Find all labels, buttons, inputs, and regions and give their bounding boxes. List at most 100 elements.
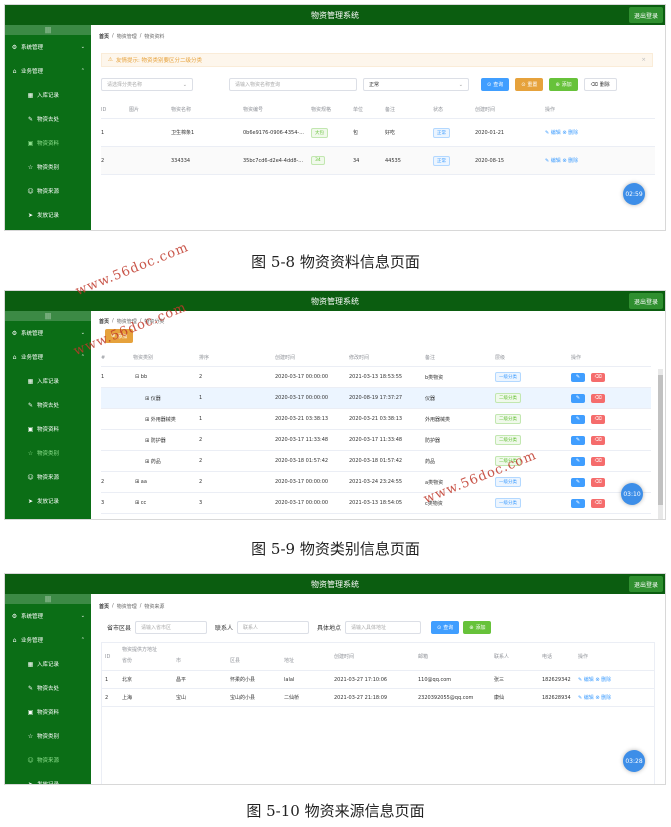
sidebar-item-inbound[interactable]: ▦ 入库记录 (5, 369, 91, 393)
sidebar-item-materials[interactable]: ▣ 物资资料 (5, 417, 91, 441)
filter-row: 请选择分类名称 ⌄ 请输入物资名称查询 正常 ⌄ ⊙ 查询 ⊙ 重置 ⊕ 添加 ⌫ 删除 (101, 78, 655, 91)
table-row: 2 334334 35bc7cd6-d2e4-4dd8-... 34 34 44… (101, 147, 655, 175)
logout-button[interactable]: 退出登录 (628, 293, 663, 309)
sidebar-item-materials[interactable]: ▣ 物资资料 (5, 700, 91, 724)
delete-button[interactable]: ⌫ (591, 477, 605, 487)
edit-button[interactable]: ✎ (571, 372, 585, 382)
reset-button[interactable]: ⊙ 重置 (515, 78, 544, 91)
level-badge: 二级分类 (495, 435, 521, 445)
delete-button[interactable]: ⌫ (591, 393, 605, 403)
caption-fig-5-9: 图 5-9 物资类别信息页面 (251, 540, 420, 558)
chevron-down-icon: ⌄ (458, 81, 463, 88)
contact-input[interactable]: 联系人 (237, 621, 310, 634)
search-icon: ⊙ (487, 81, 492, 88)
delete-button[interactable]: ⌫ (591, 414, 605, 424)
user-icon: ☺ (27, 473, 34, 481)
menu-business[interactable]: ⌂ 业务管理 ⌃ (5, 628, 91, 652)
sidebar-item-distribution[interactable]: ➤ 发放记录 (5, 489, 91, 513)
edit-link[interactable]: ✎ 编辑 (545, 158, 561, 164)
edit-icon: ✎ (27, 115, 34, 123)
sidebar-item-source[interactable]: ☺ 物资来源 (5, 465, 91, 489)
edit-link[interactable]: ✎ 编辑 (545, 130, 561, 136)
edit-button[interactable]: ✎ (571, 414, 585, 424)
materials-table: ID 图片 物资名称 物资编号 物资规格 单位 备注 状态 创建时间 操作 1 … (101, 101, 655, 175)
filter-row: 省市区县 请输入省市区 联系人 联系人 具体地点 请输入具体地址 ⊙ 查询 ⊕ 添加 (107, 621, 655, 634)
collapse-toggle[interactable]: ||| (5, 311, 91, 321)
edit-link[interactable]: ✎ 编辑 (578, 677, 594, 683)
delete-link[interactable]: ⊗ 删除 (595, 695, 611, 701)
menu-system[interactable]: ⚙ 系统管理 ⌄ (5, 35, 91, 59)
timer-badge[interactable]: 03:10 (621, 483, 643, 505)
main-content: 首页 / 物资管理 / 物资来源 省市区县 请输入省市区 联系人 联系人 具体地点 请输… (91, 594, 665, 784)
sidebar-item-source[interactable]: ☺ 物资来源 (5, 748, 91, 772)
add-button[interactable]: ⊕ 添加 (549, 78, 578, 91)
timer-badge[interactable]: 03:28 (623, 750, 645, 772)
sidebar-item-destination[interactable]: ✎ 物资去处 (5, 107, 91, 131)
chevron-up-icon: ⌃ (80, 637, 85, 643)
edit-icon: ✎ (27, 401, 34, 409)
level-badge: 二级分类 (495, 414, 521, 424)
sidebar-item-category[interactable]: ☆ 物资类别 (5, 155, 91, 179)
logout-button[interactable]: 退出登录 (628, 7, 663, 23)
add-button[interactable]: ⊕ 添加 (463, 621, 492, 634)
table-row: 2 上海 宝山 宝山的小县 二仙桥 2021-03-27 21:18:09 23… (102, 689, 654, 707)
delete-link[interactable]: ⊗ 删除 (595, 677, 611, 683)
delete-button[interactable]: ⌫ 删除 (583, 78, 617, 91)
sidebar: ||| ⚙ 系统管理 ⌄ ⌂ 业务管理 ⌃ ▦ 入库记录 ✎ 物资去处 ▣ 物资资料 ☆ 物资类… (5, 594, 91, 784)
send-icon: ➤ (27, 497, 34, 505)
menu-system[interactable]: ⚙ 系统管理 ⌄ (5, 604, 91, 628)
sidebar-item-distribution[interactable]: ➤ 发放记录 (5, 203, 91, 227)
edit-link[interactable]: ✎ 编辑 (578, 695, 594, 701)
delete-link[interactable]: ⊗ 删除 (562, 158, 578, 164)
delete-button[interactable]: ⌫ (591, 372, 605, 382)
main-content: 首页 / 物资管理 / 物资分类 ⊕ 添加 # 物资类别 排序 创建时间 修改时间 备注 … (91, 311, 665, 519)
sidebar-item-distribution[interactable]: ➤ 发放记录 (5, 772, 91, 785)
category-table: # 物资类别 排序 创建时间 修改时间 备注 层级 操作 1 ⊟ bb 2 2020-… (101, 349, 651, 514)
sidebar-item-destination[interactable]: ✎ 物资去处 (5, 676, 91, 700)
name-search-input[interactable]: 请输入物资名称查询 (229, 78, 357, 91)
menu-business[interactable]: ⌂ 业务管理 ⌃ (5, 59, 91, 83)
sidebar-item-inbound[interactable]: ▦ 入库记录 (5, 652, 91, 676)
collapse-toggle[interactable]: ||| (5, 594, 91, 604)
delete-button[interactable]: ⌫ (591, 435, 605, 445)
contact-label: 联系人 (215, 625, 234, 632)
breadcrumb: 首页 / 物资管理 / 物资来源 (99, 603, 165, 610)
timer-badge[interactable]: 02:59 (623, 183, 645, 205)
edit-button[interactable]: ✎ (571, 435, 585, 445)
edit-button[interactable]: ✎ (571, 456, 585, 466)
sidebar-item-materials[interactable]: ▣ 物资资料 (5, 131, 91, 155)
category-select[interactable]: 请选择分类名称 ⌄ (101, 78, 193, 91)
close-icon[interactable]: × (641, 57, 646, 63)
sidebar-item-destination[interactable]: ✎ 物资去处 (5, 393, 91, 417)
sidebar-item-source[interactable]: ☺ 物资来源 (5, 179, 91, 203)
edit-button[interactable]: ✎ (571, 393, 585, 403)
gear-icon: ⚙ (11, 329, 18, 337)
status-select[interactable]: 正常 ⌄ (363, 78, 469, 91)
gear-icon: ⚙ (11, 612, 18, 620)
user-icon: ☺ (27, 187, 34, 195)
logout-button[interactable]: 退出登录 (628, 576, 663, 592)
edit-button[interactable]: ✎ (571, 477, 585, 487)
sidebar-item-inbound[interactable]: ▦ 入库记录 (5, 83, 91, 107)
sidebar-item-category[interactable]: ☆ 物资类别 (5, 441, 91, 465)
query-button[interactable]: ⊙ 查询 (431, 621, 460, 634)
delete-link[interactable]: ⊗ 删除 (562, 130, 578, 136)
query-button[interactable]: ⊙ 查询 (481, 78, 510, 91)
home-icon: ⌂ (12, 67, 17, 75)
top-bar: 物资管理系统 退出登录 (5, 5, 665, 25)
collapse-toggle[interactable]: ||| (5, 25, 91, 35)
address-input[interactable]: 请输入具体地址 (345, 621, 422, 634)
edit-button[interactable]: ✎ (571, 498, 585, 508)
delete-button[interactable]: ⌫ (591, 456, 605, 466)
table-header: # 物资类别 排序 创建时间 修改时间 备注 层级 操作 (101, 349, 651, 367)
warning-icon: ⚠ (108, 57, 113, 63)
table-scrollbar[interactable] (658, 369, 663, 519)
status-badge: 正常 (433, 127, 450, 138)
category-rows: 1 ⊟ bb 2 2020-03-17 00:00:00 2021-03-13 18:5… (101, 367, 651, 514)
edit-icon: ✎ (27, 684, 34, 692)
star-icon: ☆ (27, 163, 34, 171)
sidebar-item-category[interactable]: ☆ 物资类别 (5, 724, 91, 748)
plus-icon: ⊕ (555, 81, 560, 88)
area-input[interactable]: 请输入省市区 (135, 621, 208, 634)
delete-button[interactable]: ⌫ (591, 498, 605, 508)
